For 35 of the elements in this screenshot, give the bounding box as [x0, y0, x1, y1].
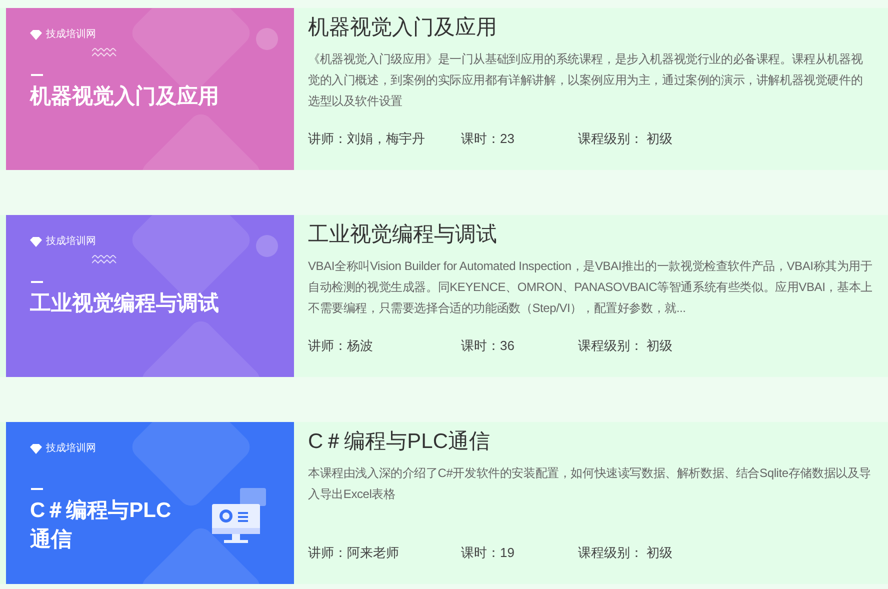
level-label: 课程级别： 初级 — [578, 130, 673, 148]
level-label: 课程级别： 初级 — [578, 336, 673, 354]
dash-mark — [31, 74, 43, 76]
course-title[interactable]: 工业视觉编程与调试 — [308, 220, 874, 250]
diamond-logo-icon — [30, 444, 42, 454]
cover-title: 通信 — [30, 527, 73, 553]
monitor-icon — [212, 488, 268, 546]
cover-title: 工业视觉编程与调试 — [30, 291, 219, 317]
teacher-label: 讲师：阿来老师 — [308, 544, 400, 562]
diamond-logo-icon — [30, 237, 42, 247]
dash-mark — [31, 488, 43, 490]
course-cover[interactable]: 技成培训网 C＃编程与PLC 通信 — [6, 422, 294, 584]
hours-label: 课时：36 — [461, 336, 516, 354]
level-label: 课程级别： 初级 — [578, 544, 673, 562]
hours-label: 课时：19 — [461, 544, 516, 562]
cover-title: 机器视觉入门及应用 — [30, 84, 219, 110]
zigzag-icon — [92, 48, 118, 58]
course-title[interactable]: C＃编程与PLC通信 — [308, 427, 874, 457]
cover-title: C＃编程与PLC — [30, 498, 172, 524]
diamond-logo-icon — [30, 30, 42, 40]
course-description: VBAI全称叫Vision Builder for Automated Inspection，是VBAI推出的一款视觉检查软件产品，VBAI称其为用于自动检测的视觉生成器。同KEYENCE、OMRON、PANASOVBAIC等智通系统有些类似。应用VBAI，基本上不需要编程，只需要选择合适的功能函数（Step/VI），配置好参数，就... — [308, 258, 874, 317]
course-cover[interactable]: 技成培训网 工业视觉编程与调试 — [6, 215, 294, 377]
course-description: 《机器视觉入门级应用》是一门从基础到应用的系统课程，是步入机器视觉行业的必备课程。课程从机器视觉的入门概述，到案例的实际应用都有详解讲解，以案例应用为主，通过案例的演示，讲解机器视觉硬件的选型以及软件设置 — [308, 51, 864, 110]
logo-text: 技成培训网 — [46, 237, 96, 247]
zigzag-icon — [92, 255, 118, 265]
circle-decoration — [256, 28, 278, 50]
teacher-label: 讲师：杨波 — [308, 336, 374, 354]
logo-text: 技成培训网 — [46, 30, 96, 40]
circle-decoration — [256, 235, 278, 257]
logo-text: 技成培训网 — [46, 444, 96, 454]
hours-label: 课时：23 — [461, 130, 516, 148]
course-title[interactable]: 机器视觉入门及应用 — [308, 13, 874, 43]
teacher-label: 讲师：刘娟，梅宇丹 — [308, 130, 426, 148]
dash-mark — [31, 281, 43, 283]
course-description: 本课程由浅入深的介绍了C#开发软件的安装配置，如何快速读写数据、解析数据、结合Sqlite存储数据以及导入导出Excel表格 — [308, 465, 872, 503]
